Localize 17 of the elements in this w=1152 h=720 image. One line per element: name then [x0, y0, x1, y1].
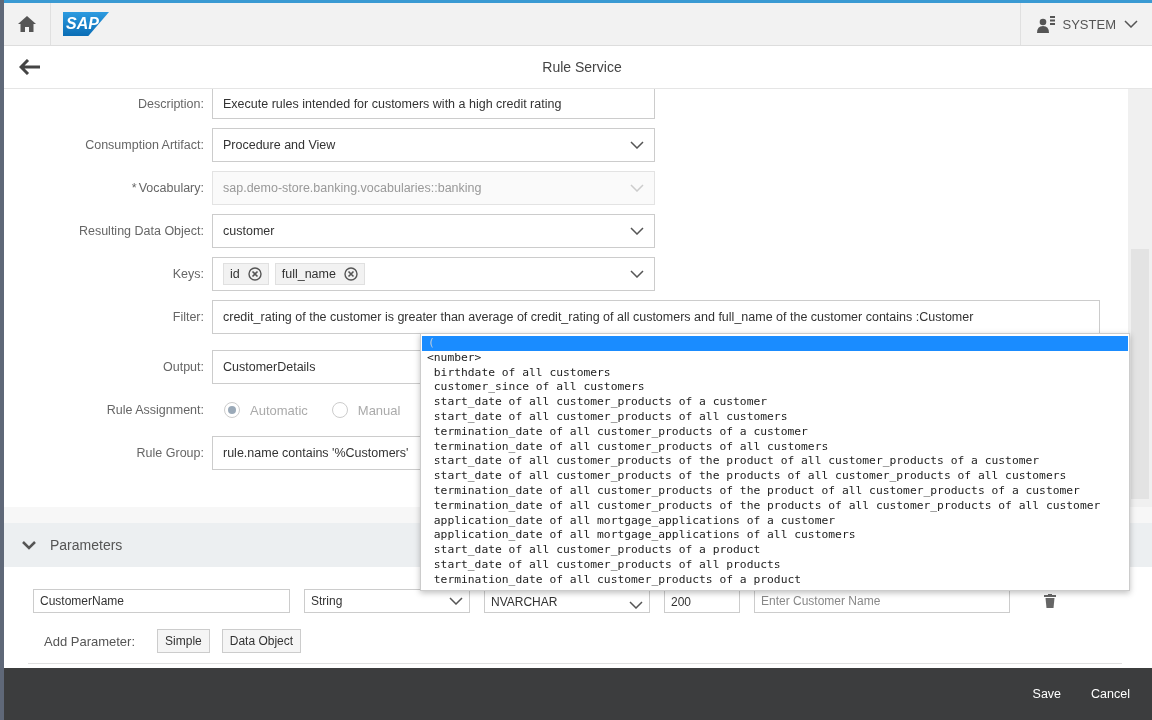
field-label: * Vocabulary: [130, 181, 204, 195]
token-label: id [230, 267, 240, 281]
field-label: Rule Group: [135, 446, 204, 460]
field-label: Filter: [171, 310, 204, 324]
field-label: Description: [137, 97, 204, 111]
add-parameter-label: Add Parameter: [44, 633, 136, 649]
radio-label: Manual [357, 402, 401, 418]
field-label: Keys: [171, 267, 204, 281]
field-label: Output: [162, 360, 204, 374]
page-title: Rule Service [541, 59, 623, 75]
token-label: full_name [281, 267, 336, 281]
field-label: Resulting Data Object: [77, 224, 204, 238]
section-title: Parameters [50, 537, 123, 553]
field-label: Consumption Artifact: [84, 138, 204, 152]
logo: SAP [63, 12, 109, 36]
radio-label: Automatic [250, 402, 308, 418]
field-label: Rule Assignment: [105, 403, 204, 417]
